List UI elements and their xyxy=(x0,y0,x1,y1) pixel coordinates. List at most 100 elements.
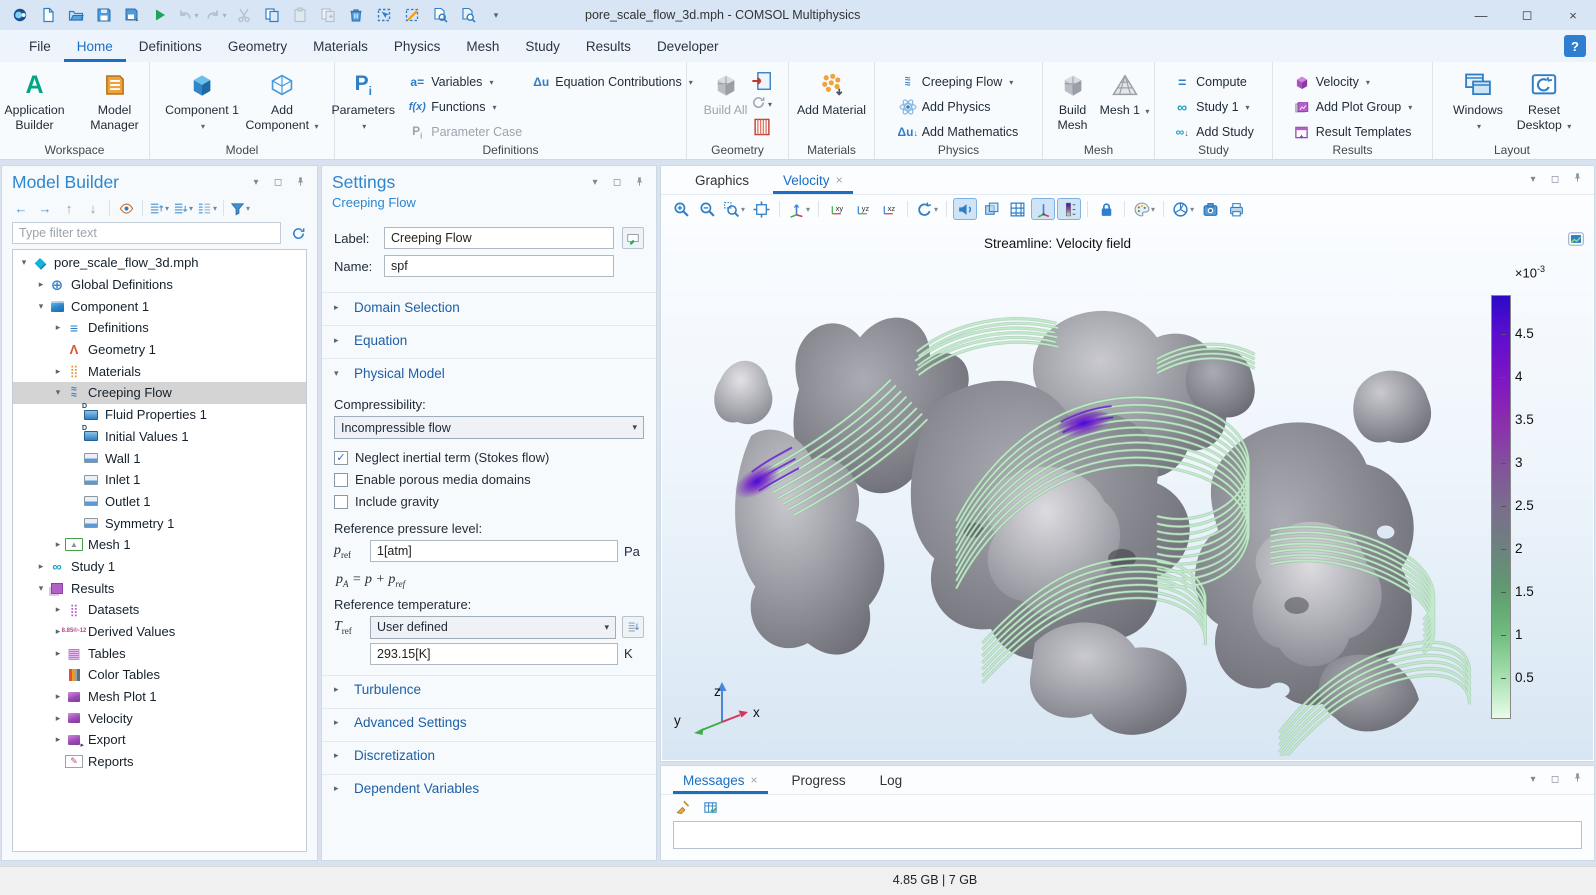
tree-item-mesh-1[interactable]: ▸Mesh 1 xyxy=(13,534,306,556)
panel-float-icon[interactable]: ◻ xyxy=(1548,174,1562,185)
rebuild-icon[interactable]: ▾ xyxy=(751,94,773,114)
model-settings-icon[interactable]: ▾ xyxy=(196,198,218,218)
name-input[interactable] xyxy=(384,255,614,277)
tree-filter-input[interactable] xyxy=(12,222,281,244)
section-turbulence[interactable]: ▸Turbulence xyxy=(322,675,656,704)
ribbon-tab-materials[interactable]: Materials xyxy=(300,30,381,62)
tree-item-derived-values[interactable]: ▸Derived Values xyxy=(13,621,306,643)
study-1-button[interactable]: ∞Study 1▾ xyxy=(1169,96,1258,118)
tree-item-mesh-plot-1[interactable]: ▸Mesh Plot 1 xyxy=(13,686,306,708)
tree-arrow[interactable]: ▸ xyxy=(51,691,65,702)
open-file-icon[interactable] xyxy=(64,4,88,26)
save-icon[interactable] xyxy=(92,4,116,26)
section-dependent-variables[interactable]: ▸Dependent Variables xyxy=(322,774,656,803)
close-tab-icon[interactable]: × xyxy=(836,173,843,187)
zoom-to-selection-icon[interactable] xyxy=(428,4,452,26)
tree-arrow[interactable]: ▸ xyxy=(34,561,48,572)
tree-item-export[interactable]: ▸Export xyxy=(13,729,306,751)
plot-window-icon[interactable] xyxy=(1567,230,1585,248)
tree-item-fluid-properties-1[interactable]: Fluid Properties 1 xyxy=(13,404,306,426)
panel-menu-icon[interactable]: ▾ xyxy=(1526,774,1540,785)
tree-item-initial-values-1[interactable]: Initial Values 1 xyxy=(13,426,306,448)
checkbox-include-gravity[interactable]: Include gravity xyxy=(334,494,644,509)
tref-select[interactable]: User defined▾ xyxy=(370,616,616,639)
comsol-logo-icon[interactable] xyxy=(8,4,32,26)
ribbon-tab-home[interactable]: Home xyxy=(64,30,126,62)
messages-output[interactable] xyxy=(673,821,1582,849)
tree-item-symmetry-1[interactable]: Symmetry 1 xyxy=(13,512,306,534)
application-builder-button[interactable]: A Application Builder xyxy=(0,68,74,132)
new-file-icon[interactable] xyxy=(36,4,60,26)
functions-button[interactable]: f(x)Functions▾ xyxy=(404,96,526,118)
tree-item-tables[interactable]: ▸Tables xyxy=(13,642,306,664)
go-to-view-button[interactable]: ▾ xyxy=(786,198,812,220)
undo-icon[interactable]: ▾ xyxy=(176,4,200,26)
graphics-tab-graphics[interactable]: Graphics xyxy=(685,166,759,194)
print-button[interactable] xyxy=(1224,198,1248,220)
tree-arrow[interactable]: ▸ xyxy=(51,648,65,659)
section-domain-selection[interactable]: ▸Domain Selection xyxy=(322,292,656,321)
clear-selection-icon[interactable] xyxy=(400,4,424,26)
forward-icon[interactable]: → xyxy=(34,198,56,218)
toolbar-more-icon[interactable]: ▾ xyxy=(484,4,508,26)
result-templates-button[interactable]: Result Templates xyxy=(1289,121,1416,143)
tree-item-results[interactable]: ▾Results xyxy=(13,577,306,599)
filter-icon[interactable]: ▾ xyxy=(229,198,251,218)
run-icon[interactable] xyxy=(148,4,172,26)
messages-tab-progress[interactable]: Progress xyxy=(782,766,856,794)
move-up-icon[interactable]: ↑ xyxy=(58,198,80,218)
tree-arrow[interactable]: ▸ xyxy=(51,604,65,615)
delete-icon[interactable] xyxy=(344,4,368,26)
panel-pin-icon[interactable] xyxy=(1570,772,1584,786)
duplicate-icon[interactable] xyxy=(316,4,340,26)
table-export-icon[interactable] xyxy=(699,797,721,817)
build-mesh-button[interactable]: Build Mesh xyxy=(1048,68,1098,132)
tree-item-component-1[interactable]: ▾Component 1 xyxy=(13,295,306,317)
mesh-1-button[interactable]: Mesh 1 ▾ xyxy=(1100,68,1150,118)
tree-item-definitions[interactable]: ▸Definitions xyxy=(13,317,306,339)
scene-light-button[interactable] xyxy=(953,198,977,220)
clear-log-icon[interactable] xyxy=(671,797,693,817)
tree-item-color-tables[interactable]: Color Tables xyxy=(13,664,306,686)
tref-value-input[interactable] xyxy=(370,643,618,665)
maximize-button[interactable]: ◻ xyxy=(1504,0,1550,30)
pref-input[interactable] xyxy=(370,540,618,562)
view-yz-button[interactable]: yz xyxy=(851,198,875,220)
panel-pin-icon[interactable] xyxy=(293,176,307,190)
cut-icon[interactable] xyxy=(232,4,256,26)
color-legend-button[interactable] xyxy=(1057,198,1081,220)
tree-item-reports[interactable]: Reports xyxy=(13,751,306,773)
collapse-all-icon[interactable]: ▾ xyxy=(148,198,170,218)
ribbon-tab-results[interactable]: Results xyxy=(573,30,644,62)
refresh-icon[interactable] xyxy=(287,223,309,243)
label-input[interactable] xyxy=(384,227,614,249)
tree-arrow[interactable]: ▸ xyxy=(51,713,65,724)
orientation-axes-button[interactable] xyxy=(1031,198,1055,220)
copy-icon[interactable] xyxy=(260,4,284,26)
graphics-tab-velocity[interactable]: Velocity× xyxy=(773,166,853,194)
tree-item-pore-scale-flow-3d-mph[interactable]: ▾pore_scale_flow_3d.mph xyxy=(13,252,306,274)
add-physics-button[interactable]: Add Physics xyxy=(895,96,1023,118)
tree-item-global-definitions[interactable]: ▸Global Definitions xyxy=(13,274,306,296)
tree-arrow[interactable]: ▸ xyxy=(51,734,65,745)
messages-tab-log[interactable]: Log xyxy=(870,766,913,794)
section-discretization[interactable]: ▸Discretization xyxy=(322,741,656,770)
rename-icon[interactable] xyxy=(622,227,644,249)
select-box-icon[interactable] xyxy=(372,4,396,26)
equation-contributions-button[interactable]: ΔuEquation Contributions▾ xyxy=(528,71,697,93)
transparency-button[interactable] xyxy=(979,198,1003,220)
grid-button[interactable] xyxy=(1005,198,1029,220)
ribbon-tab-developer[interactable]: Developer xyxy=(644,30,732,62)
windows-button[interactable]: Windows▾ xyxy=(1447,68,1509,132)
panel-float-icon[interactable]: ◻ xyxy=(271,177,285,188)
tree-arrow[interactable]: ▸ xyxy=(51,322,65,333)
panel-pin-icon[interactable] xyxy=(1570,172,1584,186)
tree-item-materials[interactable]: ▸Materials xyxy=(13,360,306,382)
snapshot-button[interactable] xyxy=(1198,198,1222,220)
environment-button[interactable]: ▾ xyxy=(1170,198,1196,220)
tree-item-velocity[interactable]: ▸Velocity xyxy=(13,707,306,729)
tree-item-study-1[interactable]: ▸Study 1 xyxy=(13,556,306,578)
build-all-button[interactable]: Build All xyxy=(703,68,749,118)
messages-tab-messages[interactable]: Messages× xyxy=(673,766,768,794)
section-equation[interactable]: ▸Equation xyxy=(322,325,656,354)
